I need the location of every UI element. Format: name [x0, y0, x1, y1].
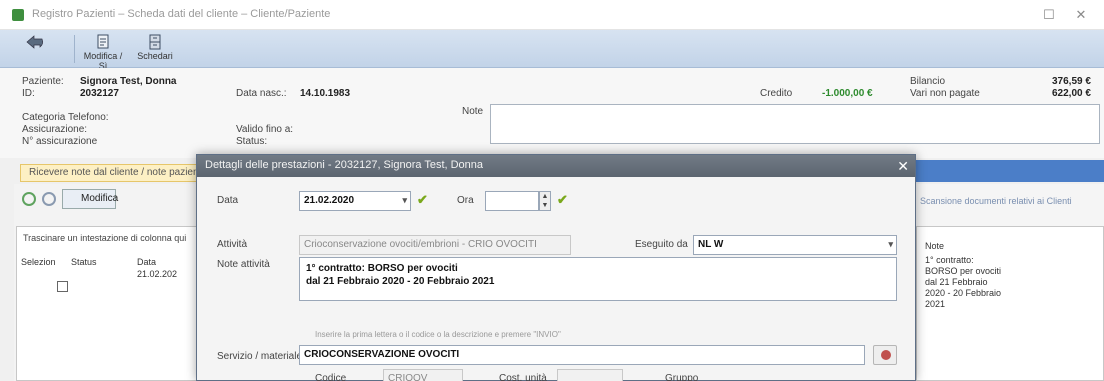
activity-field[interactable]: Crioconservazione ovociti/embrioni - CRI… — [299, 235, 571, 255]
code-field[interactable]: CRIOOV — [383, 369, 463, 381]
performed-by-select[interactable]: NL W ▾ — [693, 235, 897, 255]
id-label: ID: — [22, 88, 35, 99]
service-field[interactable]: CRIOCONSERVAZIONE OVOCITI — [299, 345, 865, 365]
clear-icon — [881, 350, 891, 360]
dialog-title: Dettagli delle prestazioni - 2032127, Si… — [197, 155, 915, 177]
time-spinner[interactable]: ▲ ▼ — [539, 191, 551, 211]
patient-name: Signora Test, Donna — [80, 76, 177, 87]
note-label: Note — [462, 106, 484, 117]
time-field[interactable] — [485, 191, 539, 211]
performed-by-value: NL W — [698, 239, 724, 250]
activity-note-line-1: 1° contratto: BORSO per ovociti — [306, 263, 458, 274]
column-status[interactable]: Status — [71, 257, 97, 267]
documents-panel: Scansione documenti relativi ai Clienti … — [910, 184, 1104, 381]
back-button[interactable] — [18, 32, 52, 66]
group-label: Gruppo — [665, 373, 699, 381]
maximize-button[interactable]: ☐ — [1038, 5, 1060, 25]
window-title: Registro Pazienti – Scheda dati del clie… — [32, 8, 331, 20]
modify-toolbar-button[interactable]: Modifica / Sì — [80, 32, 126, 71]
birth-label: Data nasc.: — [236, 88, 287, 99]
document-edit-icon — [97, 34, 109, 49]
balance-value: 376,59 € — [1052, 76, 1091, 87]
service-hint: Inserire la prima lettera o il codice o … — [315, 330, 561, 339]
birth-date: 14.10.1983 — [300, 88, 351, 99]
toolbar: Modifica / Sì Schedari — [0, 30, 1104, 71]
modify-button[interactable]: Modifica — [62, 189, 119, 209]
schedari-label: Schedari — [137, 51, 173, 61]
column-note: Note — [925, 241, 945, 251]
activity-note-field[interactable]: 1° contratto: BORSO per ovociti dal 21 F… — [299, 257, 897, 301]
window-titlebar: Registro Pazienti – Scheda dati del clie… — [0, 0, 1104, 30]
credit-value: -1.000,00 € — [822, 88, 873, 99]
card-number-label: N° assicurazione — [22, 136, 98, 147]
scan-documents-link[interactable]: Scansione documenti relativi ai Clienti — [920, 196, 1072, 206]
notes-grid: Note 1° contratto: BORSO per ovociti dal… — [916, 226, 1104, 381]
column-date[interactable]: Data — [137, 257, 156, 267]
service-details-dialog: Dettagli delle prestazioni - 2032127, Si… — [196, 154, 916, 381]
file-cabinet-icon — [149, 34, 161, 50]
row-note: 1° contratto: BORSO per ovociti dal 21 F… — [925, 255, 1002, 309]
date-dropdown-icon[interactable]: ▾ — [402, 195, 407, 206]
service-label: Servizio / materiale — [217, 351, 303, 362]
group-by-hint: Trascinare un intestazione di colonna qu… — [23, 233, 187, 243]
date-confirm-icon: ✔ — [417, 192, 428, 207]
clear-service-button[interactable] — [873, 345, 897, 365]
performed-by-dropdown-icon[interactable]: ▾ — [888, 239, 893, 250]
dialog-close-icon[interactable]: ✕ — [897, 156, 909, 176]
date-field[interactable]: 21.02.2020 ▾ — [299, 191, 411, 211]
column-select[interactable]: Selezion — [21, 257, 56, 267]
activities-grid: Trascinare un intestazione di colonna qu… — [16, 226, 198, 381]
patient-note-field[interactable] — [490, 104, 1100, 144]
performed-by-label: Eseguito da — [635, 239, 688, 250]
info-bar: Ricevere note dal cliente / note pazient… — [20, 164, 200, 182]
section-header-bar — [910, 160, 1104, 182]
time-label: Ora — [457, 195, 474, 206]
app-icon — [12, 9, 24, 21]
balance-label: Bilancio — [910, 76, 946, 87]
credit-label: Credito — [760, 88, 793, 99]
date-label: Data — [217, 195, 239, 206]
unpaid-label: Vari non pagate — [910, 88, 980, 99]
close-window-button[interactable]: ✕ — [1070, 5, 1092, 25]
activity-note-label: Note attività — [217, 259, 270, 270]
code-label: Codice — [315, 373, 347, 381]
back-arrow-icon — [26, 35, 44, 49]
dialog-title-text: Dettagli delle prestazioni - 2032127, Si… — [205, 159, 484, 171]
activity-note-line-2: dal 21 Febbraio 2020 - 20 Febbraio 2021 — [306, 276, 495, 287]
valid-until-label: Valido fino a: — [236, 124, 294, 135]
patient-label: Paziente: — [22, 76, 64, 87]
add-icon[interactable] — [42, 192, 56, 206]
unpaid-value: 622,00 € — [1052, 88, 1091, 99]
patient-id: 2032127 — [80, 88, 119, 99]
refresh-icon[interactable] — [22, 192, 36, 206]
insurance-label: Assicurazione: — [22, 124, 88, 135]
phone-label: Categoria Telefono: — [22, 112, 109, 123]
activity-label: Attività — [217, 239, 248, 250]
unit-cost-label: Cost. unità — [499, 373, 547, 381]
modify-button-label: Modifica — [81, 193, 119, 204]
status-label: Status: — [236, 136, 268, 147]
unit-cost-field[interactable] — [557, 369, 623, 381]
row-date: 21.02.202 — [137, 269, 178, 279]
toolbar-separator — [74, 35, 75, 63]
activities-panel: Modifica Trascinare un intestazione di c… — [14, 184, 198, 381]
row-select-checkbox[interactable] — [57, 281, 68, 292]
schedari-button[interactable]: Schedari — [132, 32, 178, 66]
date-value: 21.02.2020 — [304, 195, 355, 206]
time-confirm-icon: ✔ — [557, 192, 568, 207]
